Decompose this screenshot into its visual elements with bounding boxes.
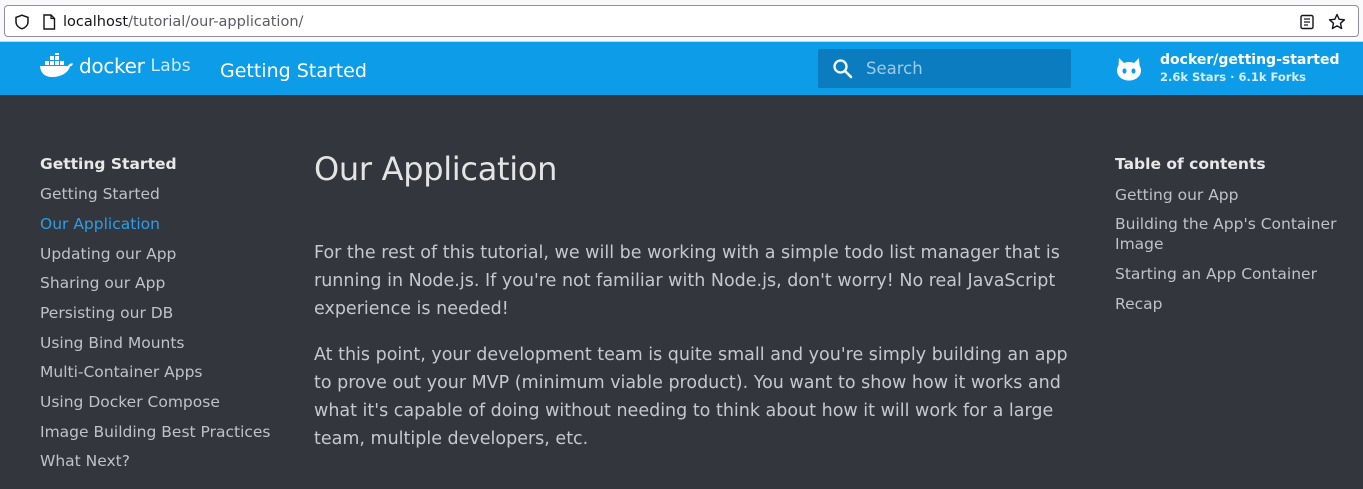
docker-whale-icon [40, 53, 73, 77]
page-icon [43, 14, 56, 30]
url-bar[interactable]: localhost/tutorial/our-application/ [4, 5, 1359, 37]
search-icon[interactable] [832, 58, 853, 79]
paragraph-mvp: At this point, your development team is … [314, 345, 1068, 449]
nav-section-title: Getting Started [40, 155, 177, 173]
nav-item-persisting-our-db[interactable]: Persisting our DB [40, 304, 173, 322]
site-header: docker Labs Getting Started docker/getti… [0, 42, 1363, 95]
docker-labs-logo[interactable]: docker Labs [39, 52, 191, 80]
toc-item-recap[interactable]: Recap [1115, 294, 1350, 314]
site-title[interactable]: Getting Started [220, 60, 367, 82]
nav-item-using-docker-compose[interactable]: Using Docker Compose [40, 393, 220, 411]
toc-item-starting-app-container[interactable]: Starting an App Container [1115, 264, 1350, 284]
search-box[interactable] [818, 49, 1071, 88]
nav-item-updating-our-app[interactable]: Updating our App [40, 245, 176, 263]
browser-toolbar: localhost/tutorial/our-application/ [0, 0, 1363, 42]
logo-docker-text: docker [79, 54, 145, 78]
page-title: Our Application [314, 150, 558, 188]
repo-name: docker/getting-started [1160, 52, 1340, 68]
nav-item-our-application[interactable]: Our Application [40, 215, 160, 233]
paragraph-intro: For the rest of this tutorial, we will b… [314, 243, 1060, 319]
github-icon [1117, 58, 1141, 81]
nav-item-sharing-our-app[interactable]: Sharing our App [40, 274, 165, 292]
nav-item-what-next[interactable]: What Next? [40, 452, 130, 470]
repo-stats: 2.6k Stars · 6.1k Forks [1160, 70, 1306, 84]
logo-labs-text: Labs [150, 56, 191, 76]
nav-item-image-building-best-practices[interactable]: Image Building Best Practices [40, 423, 271, 441]
toc-item-getting-our-app[interactable]: Getting our App [1115, 185, 1350, 205]
nav-item-getting-started[interactable]: Getting Started [40, 185, 160, 203]
nav-item-multi-container-apps[interactable]: Multi-Container Apps [40, 363, 203, 381]
url-text[interactable]: localhost/tutorial/our-application/ [63, 13, 303, 31]
shield-icon[interactable] [14, 14, 30, 30]
search-input[interactable] [866, 56, 1061, 81]
reader-view-icon[interactable] [1299, 14, 1315, 30]
toc-item-building-container-image[interactable]: Building the App's Container Image [1115, 214, 1350, 254]
bookmark-star-icon[interactable] [1328, 13, 1346, 31]
nav-item-using-bind-mounts[interactable]: Using Bind Mounts [40, 334, 185, 352]
toc-title: Table of contents [1115, 155, 1266, 173]
repo-link[interactable]: docker/getting-started 2.6k Stars · 6.1k… [1112, 50, 1357, 88]
